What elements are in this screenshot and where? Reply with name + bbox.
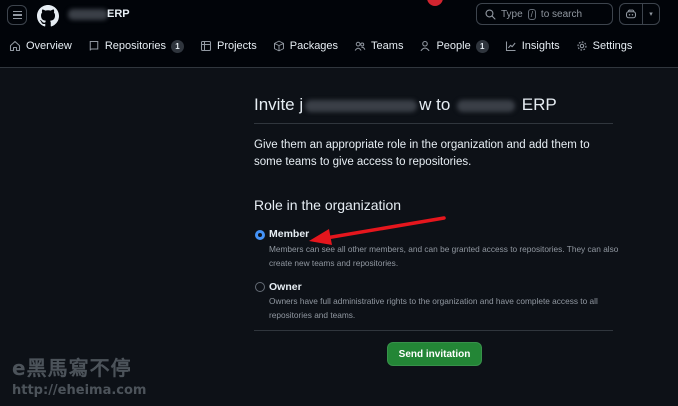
- chevron-down-icon: ▾: [649, 11, 653, 18]
- title-mid: w to: [419, 95, 451, 114]
- tab-overview[interactable]: Overview: [9, 40, 72, 52]
- member-radio[interactable]: [255, 230, 265, 240]
- person-icon: [420, 40, 431, 52]
- search-shortcut-key: /: [527, 8, 536, 20]
- watermark-brand: e黑馬寫不停: [12, 356, 132, 380]
- copilot-button[interactable]: ▾: [619, 3, 660, 25]
- org-name[interactable]: ERP: [107, 8, 130, 20]
- copilot-icon: [625, 9, 637, 19]
- annotation-arrow-icon: [309, 216, 446, 245]
- home-icon: [9, 40, 21, 52]
- page-title: Invite j w to ERP: [254, 95, 557, 115]
- tab-label: Packages: [289, 40, 339, 52]
- search-input[interactable]: Type / to search: [476, 3, 613, 25]
- role-heading: Role in the organization: [254, 197, 402, 213]
- menu-icon-bar: [12, 17, 22, 20]
- tab-label: People: [436, 40, 471, 52]
- title-divider: [254, 123, 613, 124]
- redacted-email: [305, 99, 418, 112]
- watermark: e黑馬寫不停 http://eheima.com: [12, 352, 146, 398]
- tab-repositories[interactable]: Repositories 1: [88, 39, 184, 53]
- org-nav: Overview Repositories 1 Projects Package…: [0, 30, 678, 62]
- redacted-org-name: [457, 99, 516, 112]
- owner-description: Owners have full administrative rights t…: [269, 296, 598, 320]
- app-header: ERP Type / to search ▾ Overview Reposito…: [0, 0, 678, 68]
- tab-label: Projects: [216, 40, 257, 52]
- copilot-dropdown[interactable]: ▾: [643, 4, 659, 24]
- send-invitation-button[interactable]: Send invitation: [387, 342, 482, 366]
- tab-label: Overview: [26, 40, 72, 52]
- search-icon: [485, 8, 496, 20]
- tab-insights[interactable]: Insights: [505, 40, 560, 52]
- tab-settings[interactable]: Settings: [576, 40, 633, 52]
- tab-projects[interactable]: Projects: [200, 40, 257, 52]
- menu-icon-bar: [12, 10, 22, 13]
- tab-people[interactable]: People 1: [419, 39, 489, 53]
- search-suffix: to search: [540, 8, 583, 20]
- copilot-icon-wrap[interactable]: [620, 4, 643, 24]
- gear-icon: [577, 41, 587, 51]
- invite-description: Give them an appropriate role in the org…: [254, 139, 590, 168]
- repo-icon: [89, 40, 99, 51]
- menu-icon-bar: [12, 14, 22, 16]
- form-divider: [254, 330, 613, 331]
- project-icon: [200, 40, 212, 52]
- package-icon: [273, 40, 284, 52]
- title-suffix: ERP: [521, 95, 557, 114]
- notification-mark: [427, 0, 443, 6]
- title-prefix: Invite j: [254, 95, 304, 114]
- repositories-count: 1: [170, 39, 184, 53]
- tab-label: Repositories: [104, 40, 166, 52]
- people-icon: [354, 41, 366, 51]
- tab-packages[interactable]: Packages: [273, 40, 338, 52]
- github-logo-icon[interactable]: [37, 5, 59, 27]
- tab-teams[interactable]: Teams: [354, 40, 403, 52]
- watermark-url: http://eheima.com: [12, 383, 147, 398]
- tab-label: Insights: [521, 40, 560, 52]
- menu-button[interactable]: [7, 5, 27, 25]
- people-count: 1: [475, 39, 489, 53]
- search-prefix: Type: [501, 8, 523, 20]
- redacted-org-name: [68, 9, 108, 20]
- owner-label[interactable]: Owner: [269, 281, 302, 293]
- owner-radio[interactable]: [255, 282, 265, 292]
- tab-label: Settings: [592, 40, 633, 52]
- tab-label: Teams: [371, 40, 404, 52]
- graph-icon: [505, 41, 516, 52]
